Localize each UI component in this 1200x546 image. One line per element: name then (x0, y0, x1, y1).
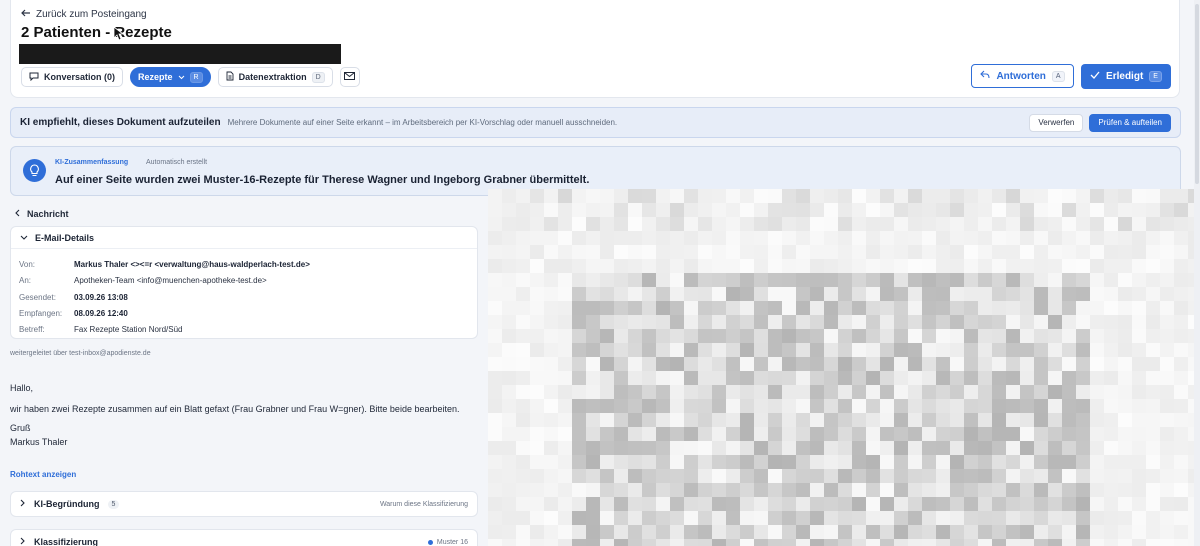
message-toggle[interactable]: Nachricht (14, 209, 69, 219)
field-key: Von: (19, 260, 36, 269)
email-details-card: E-Mail-Details Von: Markus Thaler <><=r … (10, 226, 478, 339)
split-recommendation-banner: KI empfiehlt, dieses Dokument aufzuteile… (10, 107, 1181, 138)
field-value: Markus Thaler <><=r <verwaltung@haus-wal… (74, 260, 310, 269)
tab-prescriptions[interactable]: Rezepte R (130, 67, 211, 87)
checkmark-icon (1090, 71, 1100, 82)
classification-label: Klassifizierung (34, 537, 99, 546)
email-button[interactable] (339, 67, 360, 87)
field-sent: Gesendet: 03.09.26 13:08 (19, 293, 128, 302)
shortcut-badge: R (189, 71, 203, 83)
field-value: Apotheken-Team <info@muenchen-apotheke-t… (74, 276, 267, 285)
reply-button[interactable]: Antworten A (971, 64, 1074, 88)
ai-reasoning-accordion[interactable]: KI-Begründung 5 Warum diese Klassifizier… (10, 491, 478, 517)
field-key: Empfangen: (19, 309, 63, 318)
chevron-right-icon (20, 537, 26, 546)
field-key: Gesendet: (19, 293, 56, 302)
chevron-down-icon (20, 233, 28, 243)
scrollbar-thumb[interactable] (1195, 4, 1199, 184)
ai-reasoning-label: KI-Begründung (34, 499, 100, 509)
dismiss-button[interactable]: Verwerfen (1029, 113, 1084, 132)
classification-value-text: Muster 16 (436, 538, 468, 546)
message-heading: Nachricht (27, 209, 69, 219)
field-key: An: (19, 276, 32, 285)
reply-button-label: Antworten (996, 70, 1046, 82)
field-key: Betreff: (19, 325, 45, 334)
field-value: Fax Rezepte Station Nord/Süd (74, 325, 183, 334)
document-preview[interactable] (488, 189, 1200, 546)
view-tabs: Konversation (0) Rezepte R Datenextrakti… (21, 67, 360, 87)
field-value: 03.09.26 13:08 (74, 293, 128, 302)
body-closing: Gruß (10, 423, 31, 433)
pixelated-document-image (488, 189, 1200, 546)
done-button-label: Erledigt (1106, 71, 1144, 82)
chat-bubble-icon (29, 72, 39, 83)
status-dot-icon (427, 539, 433, 545)
review-split-button[interactable]: Prüfen & aufteilen (1089, 113, 1171, 132)
body-signature: Markus Thaler (10, 437, 68, 447)
page-title: 2 Patienten - Rezepte (21, 24, 172, 41)
tab-data-extraction[interactable]: Datenextraktion D (217, 67, 333, 87)
chevron-left-icon (14, 209, 20, 219)
reply-icon (980, 70, 990, 82)
message-panel: Nachricht E-Mail-Details Von: Markus Tha… (0, 196, 488, 546)
tab-conversation[interactable]: Konversation (0) (21, 67, 124, 87)
done-button[interactable]: Erledigt E (1081, 64, 1171, 89)
chevron-right-icon (20, 499, 26, 509)
classification-accordion[interactable]: Klassifizierung Muster 16 (10, 529, 478, 546)
arrow-left-icon (21, 9, 31, 20)
ai-reasoning-hint: Warum diese Klassifizierung (379, 500, 468, 508)
forwarded-note: weitergeleitet über test-inbox@apodienst… (10, 350, 151, 357)
body-line: wir haben zwei Rezepte zusammen auf ein … (10, 404, 460, 414)
chevron-down-icon (178, 72, 185, 82)
lightbulb-icon (23, 159, 46, 182)
tab-conversation-label: Konversation (0) (44, 72, 116, 82)
field-to: An: Apotheken-Team <info@muenchen-apothe… (19, 276, 267, 285)
summary-meta: Automatisch erstellt (146, 159, 208, 166)
summary-label: KI-Zusammenfassung (55, 159, 129, 166)
field-value: 08.09.26 12:40 (74, 309, 128, 318)
shortcut-badge: D (311, 71, 325, 83)
field-subject: Betreff: Fax Rezepte Station Nord/Süd (19, 325, 183, 334)
show-raw-text-link[interactable]: Rohtext anzeigen (10, 470, 76, 479)
document-icon (226, 71, 234, 83)
email-details-toggle[interactable]: E-Mail-Details (11, 227, 477, 249)
mail-icon (344, 72, 356, 82)
redacted-block (19, 44, 341, 64)
classification-value: Muster 16 (427, 538, 468, 546)
field-from: Von: Markus Thaler <><=r <verwaltung@hau… (19, 260, 310, 269)
count-badge: 5 (107, 499, 120, 509)
tab-data-extraction-label: Datenextraktion (238, 72, 307, 82)
mouse-pointer-icon (113, 26, 125, 46)
tab-prescriptions-label: Rezepte (138, 72, 173, 82)
summary-text: Auf einer Seite wurden zwei Muster-16-Re… (55, 174, 590, 186)
back-link[interactable]: Zurück zum Posteingang (21, 9, 147, 20)
split-banner-title: KI empfiehlt, dieses Dokument aufzuteile… (20, 117, 221, 128)
field-received: Empfangen: 08.09.26 12:40 (19, 309, 128, 318)
body-greeting: Hallo, (10, 383, 34, 393)
email-details-heading: E-Mail-Details (35, 232, 95, 243)
back-link-label: Zurück zum Posteingang (36, 9, 147, 20)
shortcut-badge: A (1051, 70, 1065, 82)
shortcut-badge: E (1149, 71, 1162, 82)
document-header: Zurück zum Posteingang 2 Patienten - Rez… (10, 0, 1180, 98)
split-banner-text: Mehrere Dokumente auf einer Seite erkann… (227, 118, 618, 127)
